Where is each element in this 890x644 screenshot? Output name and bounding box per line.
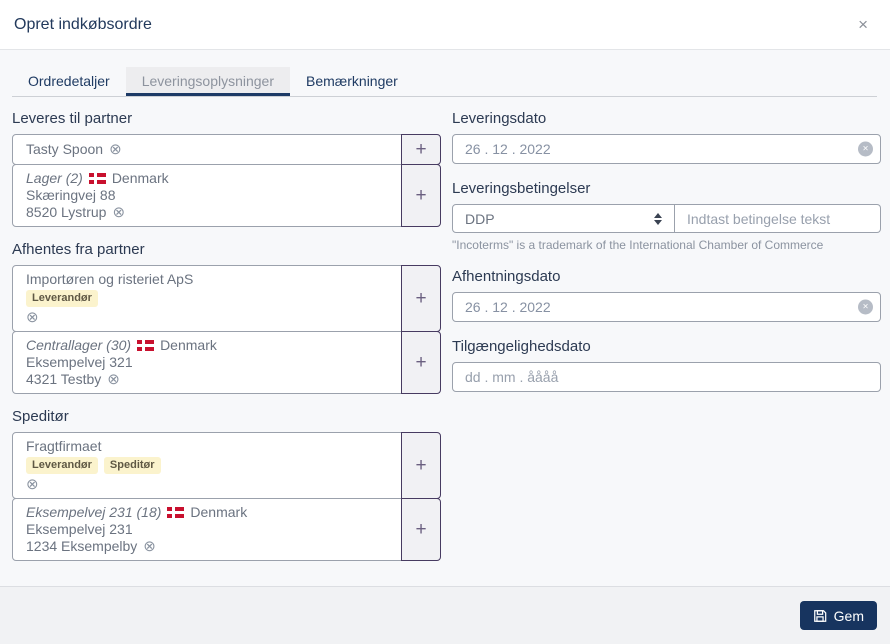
address-street: Eksempelvej 321 — [26, 354, 133, 370]
speditor-label: Speditør — [12, 408, 69, 425]
remove-address-icon[interactable]: ⊗ — [112, 205, 125, 220]
denmark-flag-icon — [88, 173, 106, 184]
tilgaengelighedsdato-label: Tilgængelighedsdato — [452, 338, 591, 355]
save-button[interactable]: Gem — [799, 601, 877, 630]
dialog-title: Opret indkøbsordre — [14, 15, 152, 33]
deliver-to-partner-label: Leveres til partner — [12, 110, 133, 127]
address-name: Eksempelvej 231 (18) — [26, 504, 162, 520]
address-country: Denmark — [111, 170, 169, 186]
deliver-to-address-row: Lager (2) Denmark Skæringvej 88 8520 Lys… — [12, 164, 441, 227]
address-card-centrallager[interactable]: Centrallager (30) Denmark Eksempelvej 32… — [12, 331, 402, 394]
address-country: Denmark — [190, 504, 248, 520]
deliver-to-partner-row: Tasty Spoon ⊗ + — [12, 134, 441, 165]
add-pickup-partner-button[interactable]: + — [401, 265, 441, 332]
add-speditor-address-button[interactable]: + — [401, 498, 441, 561]
address-card-lager[interactable]: Lager (2) Denmark Skæringvej 88 8520 Lys… — [12, 164, 402, 227]
pickup-partner-row: Importøren og risteriet ApS Leverandør ⊗… — [12, 265, 441, 332]
add-pickup-address-button[interactable]: + — [401, 331, 441, 394]
remove-address-icon[interactable]: ⊗ — [107, 372, 120, 387]
address-city: 1234 Eksempelby — [26, 538, 138, 554]
partner-name: Fragtfirmaet — [26, 438, 102, 454]
pickup-address-row: Centrallager (30) Denmark Eksempelvej 32… — [12, 331, 441, 394]
tab-bemaerkninger[interactable]: Bemærkninger — [290, 67, 414, 96]
address-city: 4321 Testby — [26, 371, 102, 387]
dialog-footer: Gem — [0, 586, 890, 644]
dates-column: Leveringsdato × Leveringsbetingelser DDP… — [452, 97, 881, 392]
partner-name: Importøren og risteriet ApS — [26, 271, 194, 287]
clear-leveringsdato-icon[interactable]: × — [858, 141, 873, 157]
leverandor-badge: Leverandør — [26, 290, 98, 307]
afhentningsdato-label: Afhentningsdato — [452, 268, 561, 285]
incoterms-selected-value: DDP — [465, 210, 495, 227]
leveringsdato-label: Leveringsdato — [452, 110, 547, 127]
tilgaengelighedsdato-input[interactable] — [452, 362, 881, 392]
pickup-from-partner-label: Afhentes fra partner — [12, 241, 145, 258]
remove-partner-icon[interactable]: ⊗ — [109, 142, 122, 157]
address-street: Eksempelvej 231 — [26, 521, 133, 537]
clear-afhentningsdato-icon[interactable]: × — [858, 299, 873, 315]
tab-content: Leveres til partner Tasty Spoon ⊗ + Lage… — [0, 97, 890, 586]
add-deliver-partner-button[interactable]: + — [401, 134, 441, 165]
save-button-label: Gem — [833, 607, 864, 624]
address-city: 8520 Lystrup — [26, 204, 107, 220]
remove-partner-icon[interactable]: ⊗ — [26, 309, 39, 326]
tab-leveringsoplysninger[interactable]: Leveringsoplysninger — [125, 67, 291, 96]
leveringsdato-input[interactable] — [452, 134, 881, 164]
incoterms-select[interactable]: DDP — [452, 204, 675, 233]
tab-bar: Ordredetaljer Leveringsoplysninger Bemær… — [12, 67, 877, 97]
speditor-badge: Speditør — [103, 457, 161, 474]
partner-name: Tasty Spoon — [26, 141, 104, 157]
afhentningsdato-input[interactable] — [452, 292, 881, 322]
add-deliver-address-button[interactable]: + — [401, 164, 441, 227]
address-street: Skæringvej 88 — [26, 187, 116, 203]
remove-address-icon[interactable]: ⊗ — [143, 539, 156, 554]
remove-partner-icon[interactable]: ⊗ — [26, 476, 39, 493]
address-country: Denmark — [160, 337, 217, 353]
speditor-address-row: Eksempelvej 231 (18) Denmark Eksempelvej… — [12, 498, 441, 561]
save-icon — [813, 609, 826, 622]
partner-card-importoren[interactable]: Importøren og risteriet ApS Leverandør ⊗ — [12, 265, 402, 332]
speditor-partner-row: Fragtfirmaet Leverandør Speditør ⊗ + — [12, 432, 441, 499]
betingelse-tekst-input[interactable] — [675, 204, 881, 233]
leveringsbetingelser-label: Leveringsbetingelser — [452, 180, 591, 197]
address-name: Centrallager (30) — [26, 337, 132, 353]
close-icon[interactable]: × — [852, 12, 874, 37]
denmark-flag-icon — [167, 507, 185, 518]
address-name: Lager (2) — [26, 170, 83, 186]
denmark-flag-icon — [137, 340, 155, 351]
partners-column: Leveres til partner Tasty Spoon ⊗ + Lage… — [12, 97, 441, 561]
address-card-eksempelvej[interactable]: Eksempelvej 231 (18) Denmark Eksempelvej… — [12, 498, 402, 561]
tab-ordredetaljer[interactable]: Ordredetaljer — [12, 67, 126, 96]
dialog-header: Opret indkøbsordre × — [0, 0, 890, 50]
leverandor-badge: Leverandør — [26, 457, 98, 474]
partner-card-tasty-spoon[interactable]: Tasty Spoon ⊗ — [12, 134, 402, 165]
select-arrows-icon — [654, 212, 662, 225]
create-purchase-order-dialog: Opret indkøbsordre × Ordredetaljer Lever… — [0, 0, 890, 644]
add-speditor-partner-button[interactable]: + — [401, 432, 441, 499]
partner-card-fragtfirmaet[interactable]: Fragtfirmaet Leverandør Speditør ⊗ — [12, 432, 402, 499]
incoterms-note: "Incoterms" is a trademark of the Intern… — [452, 238, 824, 252]
